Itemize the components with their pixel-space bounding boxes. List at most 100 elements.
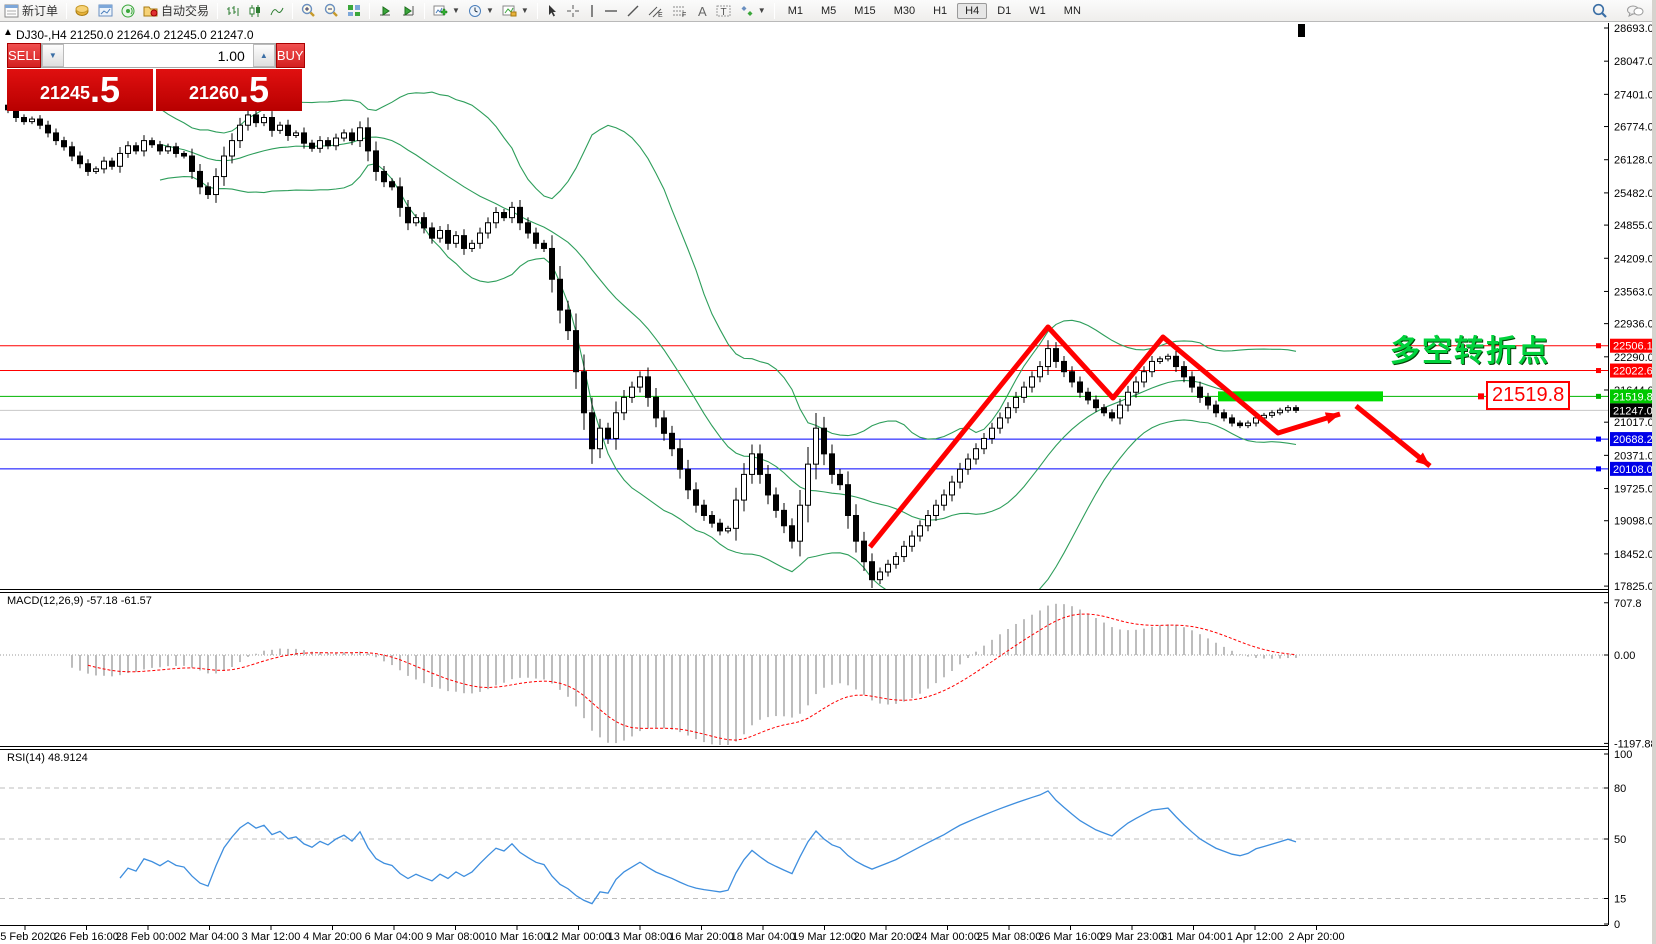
chart-shift-icon[interactable] [397,1,420,21]
macd-label: MACD(12,26,9) -57.18 -61.57 [7,595,152,607]
zoom-out-icon[interactable] [320,1,343,21]
charts-icon[interactable] [94,1,117,21]
svg-text:28693.0: 28693.0 [1614,23,1654,35]
hline-anchor[interactable] [1596,466,1601,471]
trendline-icon[interactable] [622,1,644,21]
svg-text:24209.0: 24209.0 [1614,253,1654,265]
svg-text:19098.0: 19098.0 [1614,516,1654,528]
svg-text:80: 80 [1614,783,1626,795]
sell-price[interactable]: 21245.5 [7,69,153,111]
bar-chart-icon[interactable] [222,1,244,21]
svg-text:20688.2: 20688.2 [1613,434,1653,446]
svg-text:24855.0: 24855.0 [1614,220,1654,232]
svg-text:100: 100 [1614,749,1632,761]
dropdown-arrow-icon[interactable]: ▼ [486,6,494,15]
volume-input[interactable] [64,44,253,67]
svg-text:31 Mar 04:00: 31 Mar 04:00 [1161,931,1226,943]
volume-increase-button[interactable]: ▲ [253,44,275,67]
text-icon[interactable]: A [692,1,712,21]
buy-price[interactable]: 21260.5 [156,69,302,111]
toolbar-separator [292,3,293,19]
label-anchor[interactable] [1478,393,1484,399]
svg-text:25482.0: 25482.0 [1614,188,1654,200]
new-chart-button[interactable]: ▼ [429,1,464,21]
svg-text:19725.0: 19725.0 [1614,484,1654,496]
svg-text:21017.0: 21017.0 [1614,417,1654,429]
channel-icon[interactable]: E [644,1,668,21]
hline-anchor[interactable] [1596,437,1601,442]
indicators-icon[interactable] [71,1,94,21]
templates-button[interactable]: ▼ [498,1,533,21]
buy-button[interactable]: BUY [276,43,305,68]
turning-point-annotation[interactable]: 多空转折点 [1390,326,1550,370]
timeframe-h4-button[interactable]: H4 [957,3,987,19]
tile-windows-icon[interactable] [343,1,365,21]
price-level-label[interactable]: 21519.8 [1486,381,1570,410]
cursor-icon[interactable] [542,1,562,21]
arrows-icon[interactable]: ▼ [736,1,770,21]
dropdown-arrow-icon[interactable]: ▼ [758,6,766,15]
toolbar-separator [217,3,218,19]
search-icon[interactable] [1588,1,1612,21]
svg-text:9 Mar 08:00: 9 Mar 08:00 [426,931,485,943]
svg-text:26 Feb 16:00: 26 Feb 16:00 [54,931,119,943]
chart-area: 28693.028047.027401.026774.026128.025482… [0,23,1656,944]
zoom-in-icon[interactable] [297,1,320,21]
timeframe-mn-button[interactable]: MN [1056,3,1089,19]
svg-text:20108.0: 20108.0 [1613,464,1653,476]
volume-decrease-button[interactable]: ▼ [42,44,64,67]
timeframe-m30-button[interactable]: M30 [886,3,923,19]
svg-text:22290.0: 22290.0 [1614,352,1654,364]
svg-text:15: 15 [1614,894,1626,906]
svg-text:17825.0: 17825.0 [1614,581,1654,593]
autotrading-button[interactable]: 自动交易 [139,1,213,21]
vertical-line-icon[interactable] [584,1,600,21]
svg-text:22022.6: 22022.6 [1613,366,1653,378]
dropdown-arrow-icon[interactable]: ▼ [521,6,529,15]
down-arrow-annotation[interactable] [1356,406,1430,466]
timeframe-m1-button[interactable]: M1 [780,3,811,19]
toolbar-separator [66,3,67,19]
svg-text:26774.0: 26774.0 [1614,122,1654,134]
sell-button[interactable]: SELL [7,43,41,68]
label-icon[interactable]: T [712,1,736,21]
timeframe-h1-button[interactable]: H1 [925,3,955,19]
chat-icon[interactable] [1622,1,1648,21]
horizontal-line-icon[interactable] [600,1,622,21]
mt4-window: 新订单 自动交易 ▼ ▼ ▼ EFAT ▼ M1M5M15M30H1H4D1W1MN 2869… [0,0,1656,944]
crosshair-icon[interactable] [562,1,584,21]
green-bar-annotation[interactable] [1218,391,1383,401]
svg-text:27401.0: 27401.0 [1614,89,1654,101]
window-edge [1652,0,1656,944]
fibonacci-icon[interactable]: F [668,1,692,21]
timeframe-d1-button[interactable]: D1 [989,3,1019,19]
chart-canvas: 28693.028047.027401.026774.026128.025482… [0,23,1656,944]
signals-icon[interactable] [117,1,139,21]
sell-price-frac: .5 [90,72,120,108]
buy-price-frac: .5 [239,72,269,108]
time-axis: 25 Feb 202026 Feb 16:0028 Feb 00:002 Mar… [0,925,1345,943]
hline-anchor[interactable] [1596,368,1601,373]
timeframe-m5-button[interactable]: M5 [813,3,844,19]
new-order-button[interactable]: 新订单 [0,1,62,21]
toolbar-separator [369,3,370,19]
svg-text:707.8: 707.8 [1614,598,1642,610]
candle-chart-icon[interactable] [244,1,266,21]
svg-text:20371.0: 20371.0 [1614,450,1654,462]
svg-text:28 Feb 00:00: 28 Feb 00:00 [116,931,181,943]
hline-anchor[interactable] [1596,394,1601,399]
dropdown-arrow-icon[interactable]: ▼ [452,6,460,15]
timeframe-w1-button[interactable]: W1 [1021,3,1054,19]
auto-scroll-icon[interactable] [374,1,397,21]
periods-button[interactable]: ▼ [464,1,498,21]
one-click-trade-panel: SELL ▼ ▲ BUY 21245.5 21260.5 [7,43,303,111]
timeframe-m15-button[interactable]: M15 [846,3,883,19]
chart-shift-marker[interactable] [1298,24,1305,37]
rsi-indicator [0,788,1608,904]
one-click-collapse-icon[interactable]: ▲ [3,27,13,38]
line-chart-icon[interactable] [266,1,288,21]
svg-text:E: E [658,12,663,18]
hline-anchor[interactable] [1596,343,1601,348]
svg-text:22936.0: 22936.0 [1614,319,1654,331]
sell-price-main: 21245 [40,78,90,108]
